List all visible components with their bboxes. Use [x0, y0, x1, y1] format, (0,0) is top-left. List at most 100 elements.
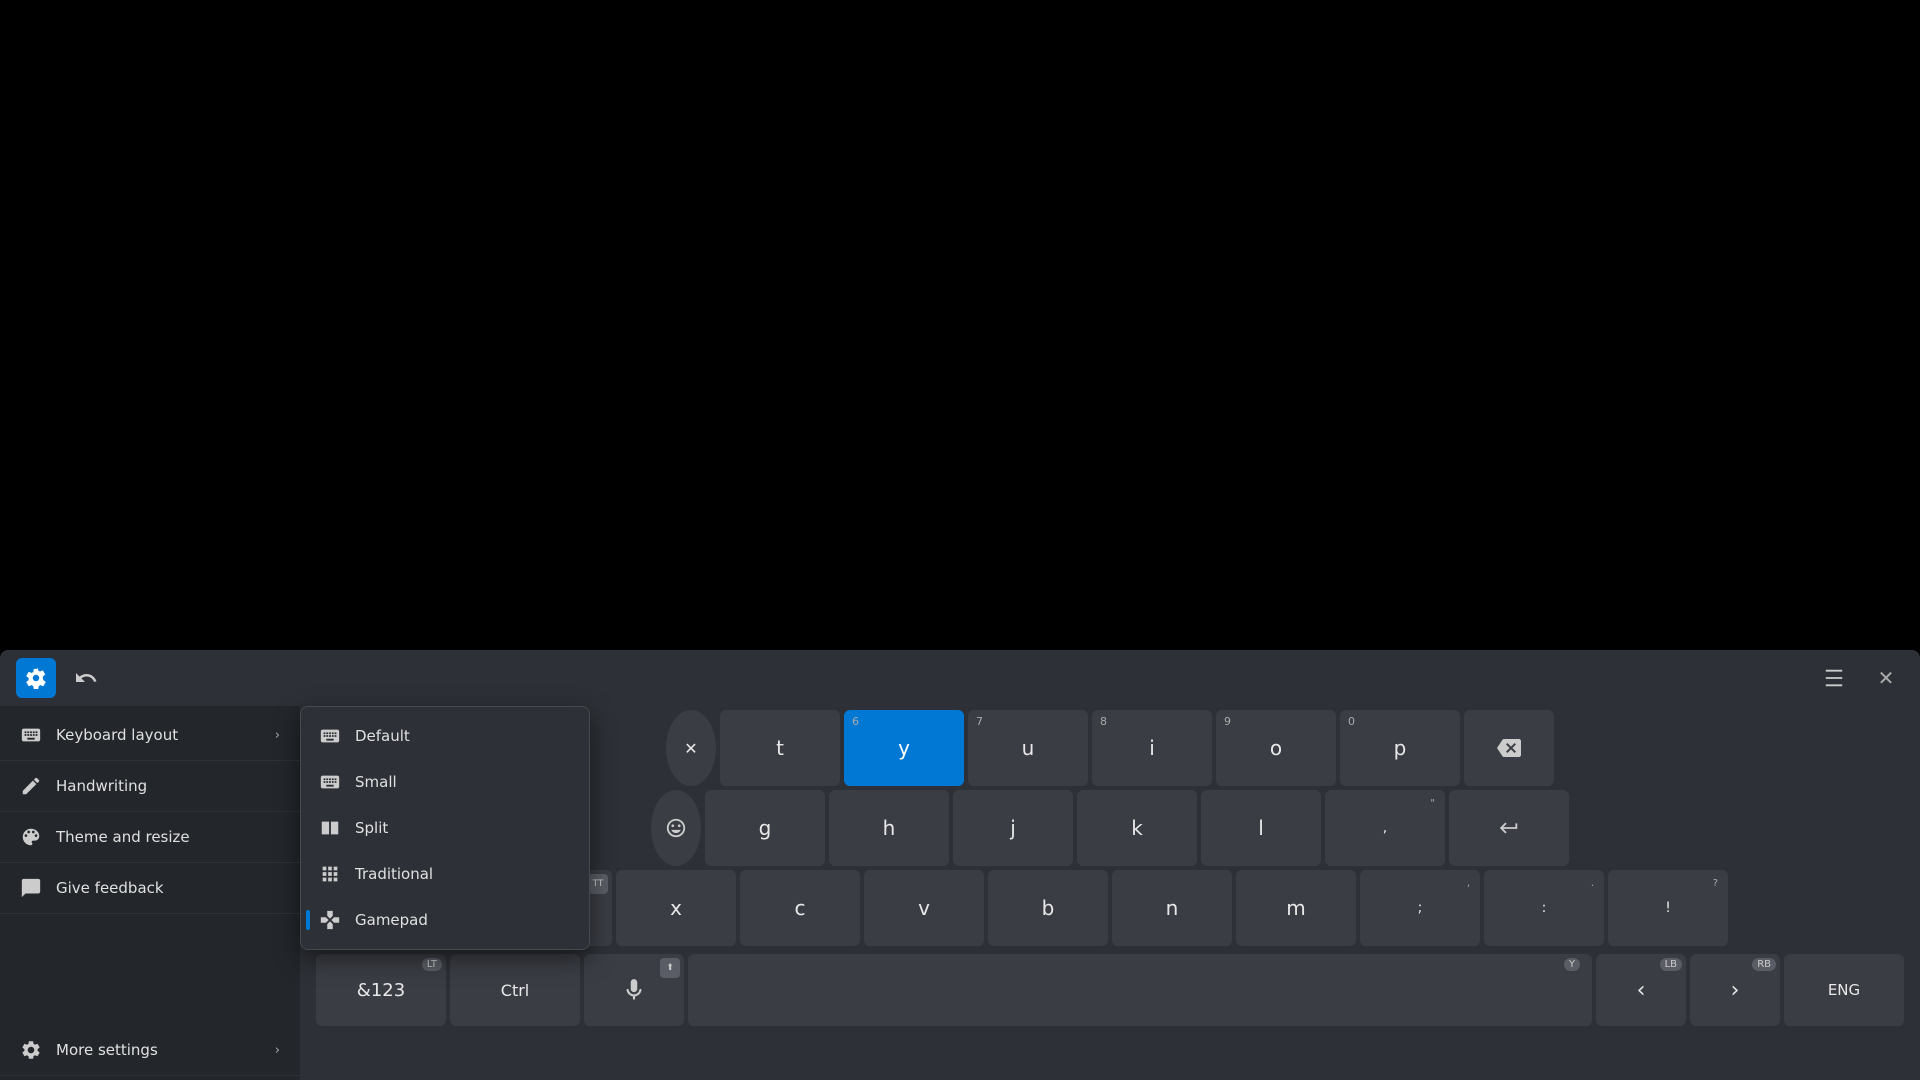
dock-button[interactable]	[1816, 660, 1852, 696]
arrow-right-key[interactable]: RB ›	[1690, 954, 1780, 1026]
key-comma-quote[interactable]: " ,	[1325, 790, 1445, 866]
enter-icon	[1498, 817, 1520, 839]
bottom-row: LT &123 Ctrl ⬆ Y LB ‹	[308, 950, 1912, 1034]
key-j[interactable]: j	[953, 790, 1073, 866]
dropdown-label-small: Small	[355, 773, 397, 791]
emoji-icon	[665, 817, 687, 839]
emoji-key[interactable]	[651, 790, 701, 866]
theme-icon	[20, 826, 42, 848]
key-exclaim[interactable]: ? !	[1608, 870, 1728, 946]
feedback-icon	[20, 877, 42, 899]
space-key[interactable]: Y	[688, 954, 1592, 1026]
key-o-char: o	[1270, 736, 1282, 760]
key-l[interactable]: l	[1201, 790, 1321, 866]
header-right: ✕	[1816, 660, 1904, 696]
key-semicolon-char: ;	[1418, 900, 1423, 916]
key-v[interactable]: v	[864, 870, 984, 946]
keyboard-header: ✕	[0, 650, 1920, 706]
header-left	[16, 658, 104, 698]
check-split	[307, 826, 311, 830]
key-exclaim-char: !	[1665, 900, 1671, 916]
dropdown-label-split: Split	[355, 819, 388, 837]
dropdown-label-gamepad: Gamepad	[355, 911, 428, 929]
sidebar-item-handwriting[interactable]: Handwriting	[0, 761, 300, 812]
key-y-num: 6	[852, 715, 859, 728]
key-p[interactable]: 0 p	[1340, 710, 1460, 786]
lt-badge: LT	[422, 958, 442, 971]
ctrl-key[interactable]: Ctrl	[450, 954, 580, 1026]
handwriting-icon	[20, 775, 42, 797]
key-l-char: l	[1258, 816, 1264, 840]
sidebar-item-keyboard-layout[interactable]: Keyboard layout ›	[0, 710, 300, 761]
dropdown-item-default[interactable]: Default	[301, 713, 589, 759]
tt-badge: TT	[588, 874, 608, 894]
key-v-char: v	[918, 896, 930, 920]
sidebar-menu: Keyboard layout › Handwriting Theme and …	[0, 706, 300, 1080]
dropdown-item-gamepad[interactable]: Gamepad	[301, 897, 589, 943]
settings-button[interactable]	[16, 658, 56, 698]
key-t[interactable]: t	[720, 710, 840, 786]
key-i-num: 8	[1100, 715, 1107, 728]
key-h-char: h	[883, 816, 896, 840]
lang-key[interactable]: ENG	[1784, 954, 1904, 1026]
keyboard-layout-icon	[20, 724, 42, 746]
dropdown-item-split[interactable]: Split	[301, 805, 589, 851]
mic-key[interactable]: ⬆	[584, 954, 684, 1026]
ctrl-key-label: Ctrl	[501, 981, 529, 1000]
enter-key[interactable]	[1449, 790, 1569, 866]
key-p-char: p	[1394, 736, 1407, 760]
key-i-char: i	[1149, 736, 1155, 760]
dropdown-label-traditional: Traditional	[355, 865, 433, 883]
chevron-icon: ›	[275, 728, 280, 743]
key-p-num: 0	[1348, 715, 1355, 728]
key-k[interactable]: k	[1077, 790, 1197, 866]
sidebar-item-give-feedback[interactable]: Give feedback	[0, 863, 300, 914]
dropdown-item-small[interactable]: Small	[301, 759, 589, 805]
key-colon-char: :	[1542, 900, 1547, 916]
backspace-key[interactable]	[1464, 710, 1554, 786]
lang-key-label: ENG	[1828, 981, 1860, 999]
key-h[interactable]: h	[829, 790, 949, 866]
sidebar-label-keyboard-layout: Keyboard layout	[56, 726, 178, 744]
key-t-char: t	[776, 736, 784, 760]
num-key[interactable]: LT &123	[316, 954, 446, 1026]
x-button-key[interactable]: ✕	[666, 710, 716, 786]
default-layout-icon	[319, 725, 341, 747]
key-c[interactable]: c	[740, 870, 860, 946]
y-badge: Y	[1564, 958, 1580, 971]
key-i[interactable]: 8 i	[1092, 710, 1212, 786]
dropdown-item-traditional[interactable]: Traditional	[301, 851, 589, 897]
undo-button[interactable]	[68, 660, 104, 696]
key-y[interactable]: 6 y	[844, 710, 964, 786]
small-layout-icon	[319, 771, 341, 793]
num-key-label: &123	[357, 980, 405, 1001]
more-chevron-icon: ›	[275, 1043, 280, 1058]
split-layout-icon	[319, 817, 341, 839]
key-k-char: k	[1131, 816, 1143, 840]
arrow-right-icon: ›	[1731, 978, 1740, 1003]
key-x[interactable]: x	[616, 870, 736, 946]
keyboard-close-button[interactable]: ✕	[1868, 660, 1904, 696]
key-b[interactable]: b	[988, 870, 1108, 946]
key-o[interactable]: 9 o	[1216, 710, 1336, 786]
key-n[interactable]: n	[1112, 870, 1232, 946]
undo-icon	[74, 666, 98, 690]
dock-icon	[1823, 667, 1845, 689]
key-g[interactable]: g	[705, 790, 825, 866]
key-m[interactable]: m	[1236, 870, 1356, 946]
key-n-char: n	[1166, 896, 1179, 920]
arrow-left-key[interactable]: LB ‹	[1596, 954, 1686, 1026]
key-period-secondary: .	[1591, 878, 1594, 889]
key-colon[interactable]: . :	[1484, 870, 1604, 946]
key-x-char: x	[670, 896, 682, 920]
backspace-icon	[1497, 736, 1521, 760]
sidebar-item-theme-resize[interactable]: Theme and resize	[0, 812, 300, 863]
sidebar-item-more-settings[interactable]: More settings ›	[0, 1025, 300, 1076]
key-semicolon[interactable]: , ;	[1360, 870, 1480, 946]
check-gamepad	[306, 910, 310, 930]
key-b-char: b	[1042, 896, 1055, 920]
layout-dropdown: Default Small Split	[300, 706, 590, 950]
key-u[interactable]: 7 u	[968, 710, 1088, 786]
key-y-char: y	[898, 736, 910, 760]
dropdown-label-default: Default	[355, 727, 410, 745]
